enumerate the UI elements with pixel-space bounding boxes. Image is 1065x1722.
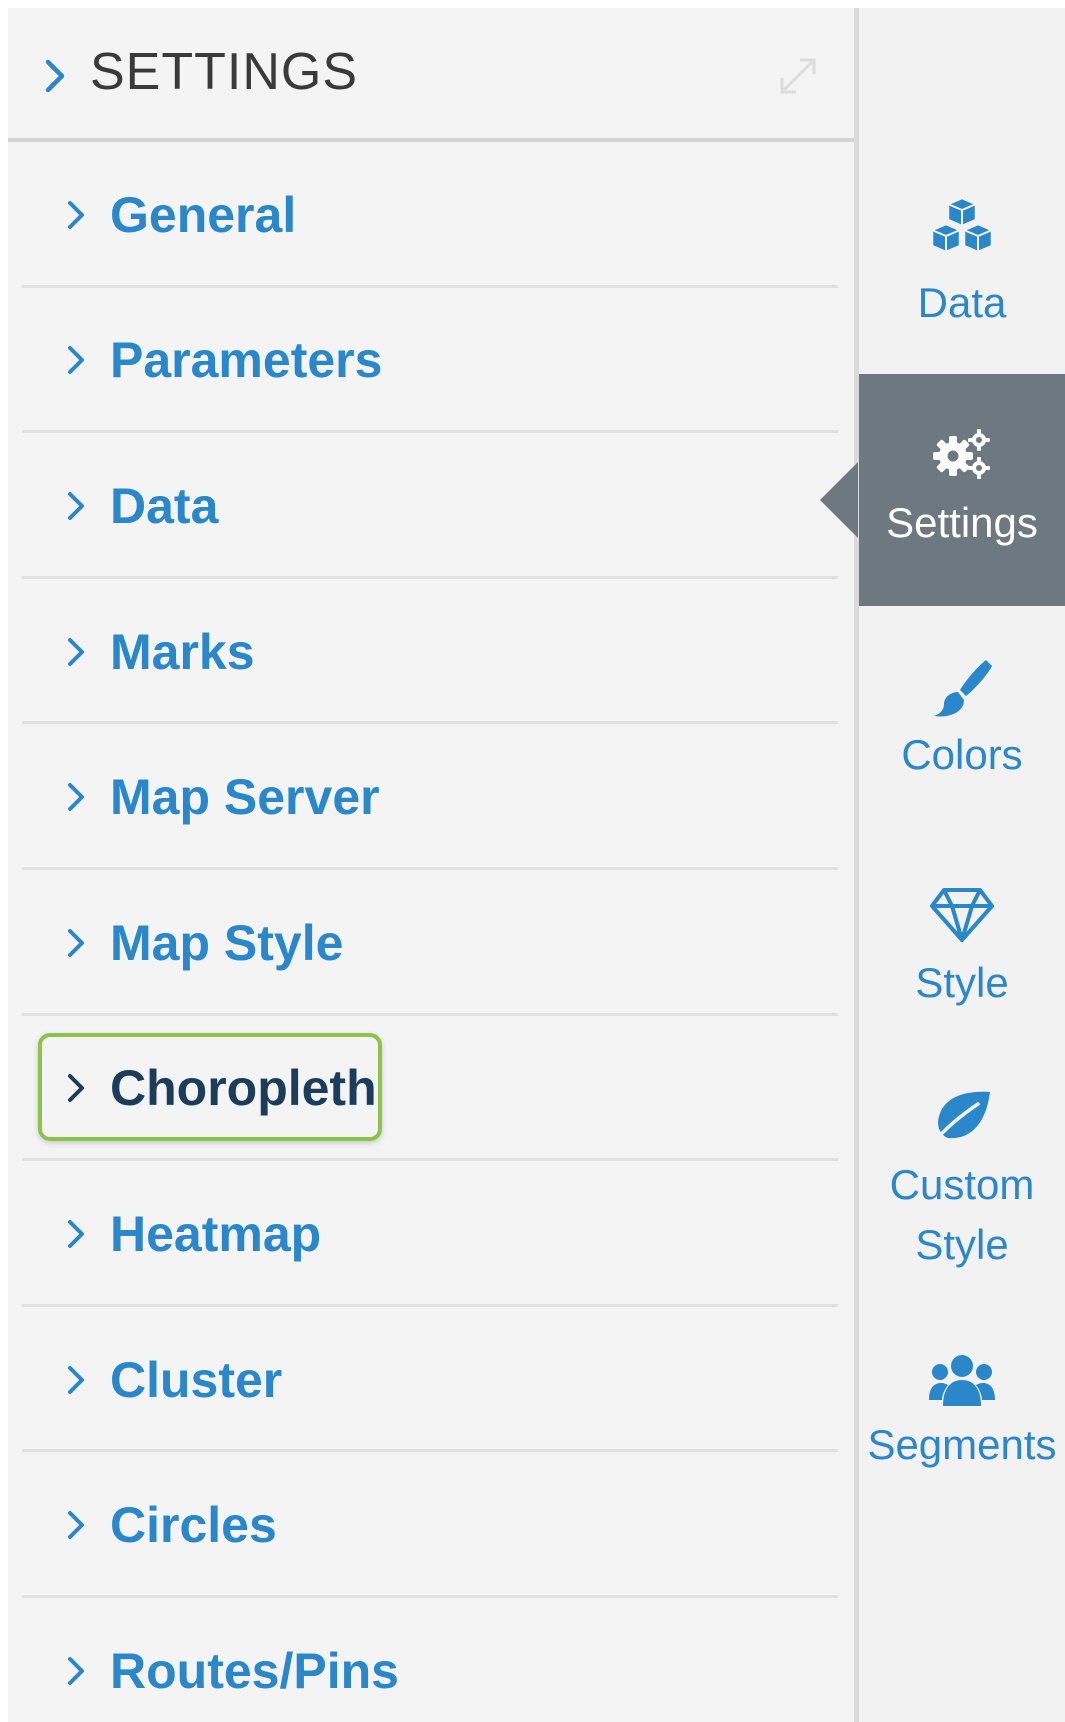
diamond-icon	[930, 888, 994, 942]
section-label: Parameters	[110, 332, 383, 389]
tab-rail: Data Settings Colors Style Custom Style …	[859, 8, 1065, 1722]
section-label: Choropleth	[110, 1060, 377, 1117]
section-choropleth[interactable]: Choropleth	[8, 1016, 854, 1162]
section-label: Cluster	[110, 1351, 283, 1408]
chevron-right-icon	[68, 783, 84, 812]
rail-tab-label: Settings	[886, 499, 1038, 546]
rail-tab-colors[interactable]: Colors	[859, 648, 1065, 798]
section-label: Marks	[110, 623, 255, 680]
section-routes-pins[interactable]: Routes/Pins	[8, 1598, 854, 1722]
chevron-right-icon	[68, 637, 84, 666]
settings-header[interactable]: SETTINGS	[8, 8, 854, 142]
section-marks[interactable]: Marks	[8, 579, 854, 725]
chevron-right-icon	[68, 1365, 84, 1394]
rail-tab-custom-style[interactable]: Custom Style	[859, 1088, 1065, 1298]
rail-tab-label: Custom	[889, 1161, 1035, 1208]
section-heatmap[interactable]: Heatmap	[8, 1161, 854, 1307]
section-label: Heatmap	[110, 1205, 322, 1262]
settings-title: SETTINGS	[90, 43, 359, 101]
rail-tab-label: Colors	[901, 731, 1023, 778]
section-label: Map Server	[110, 769, 380, 826]
app-frame: SETTINGS General Parameters Data Marks M…	[0, 0, 1065, 1722]
chevron-right-icon	[68, 1511, 84, 1540]
rail-tab-settings[interactable]: Settings	[859, 374, 1065, 606]
active-tab-pointer	[820, 462, 858, 538]
chevron-right-icon	[68, 1074, 84, 1103]
rail-tab-label: Data	[917, 279, 1007, 326]
section-label: Circles	[110, 1497, 277, 1554]
leaf-icon	[932, 1091, 990, 1144]
rail-tab-label: Segments	[867, 1421, 1057, 1468]
settings-section-list: General Parameters Data Marks Map Server…	[8, 142, 854, 1722]
cubes-icon	[930, 196, 994, 254]
users-icon	[929, 1355, 995, 1406]
gears-icon	[933, 429, 990, 479]
rail-tab-label: Style	[915, 959, 1009, 1006]
chevron-right-icon	[68, 200, 84, 229]
rail-tab-data[interactable]: Data	[859, 178, 1065, 338]
section-cluster[interactable]: Cluster	[8, 1307, 854, 1453]
chevron-right-icon	[68, 1656, 84, 1685]
section-circles[interactable]: Circles	[8, 1452, 854, 1598]
section-general[interactable]: General	[8, 142, 854, 288]
section-map-style[interactable]: Map Style	[8, 870, 854, 1016]
section-parameters[interactable]: Parameters	[8, 288, 854, 434]
rail-tab-label: Style	[915, 1221, 1009, 1268]
expand-arrows-icon[interactable]	[768, 46, 828, 106]
settings-panel: SETTINGS General Parameters Data Marks M…	[8, 8, 854, 1722]
section-label: Routes/Pins	[110, 1642, 399, 1699]
chevron-right-icon	[68, 928, 84, 957]
rail-tab-segments[interactable]: Segments	[859, 1348, 1065, 1498]
section-data[interactable]: Data	[8, 433, 854, 579]
section-map-server[interactable]: Map Server	[8, 724, 854, 870]
chevron-right-icon	[68, 346, 84, 375]
chevron-right-icon	[68, 1219, 84, 1248]
rail-tab-style[interactable]: Style	[859, 882, 1065, 1032]
paintbrush-icon	[934, 660, 992, 717]
chevron-right-icon	[68, 491, 84, 520]
section-label: General	[110, 186, 297, 243]
section-label: Data	[110, 477, 219, 534]
section-label: Map Style	[110, 914, 344, 971]
chevron-right-icon	[45, 59, 65, 93]
